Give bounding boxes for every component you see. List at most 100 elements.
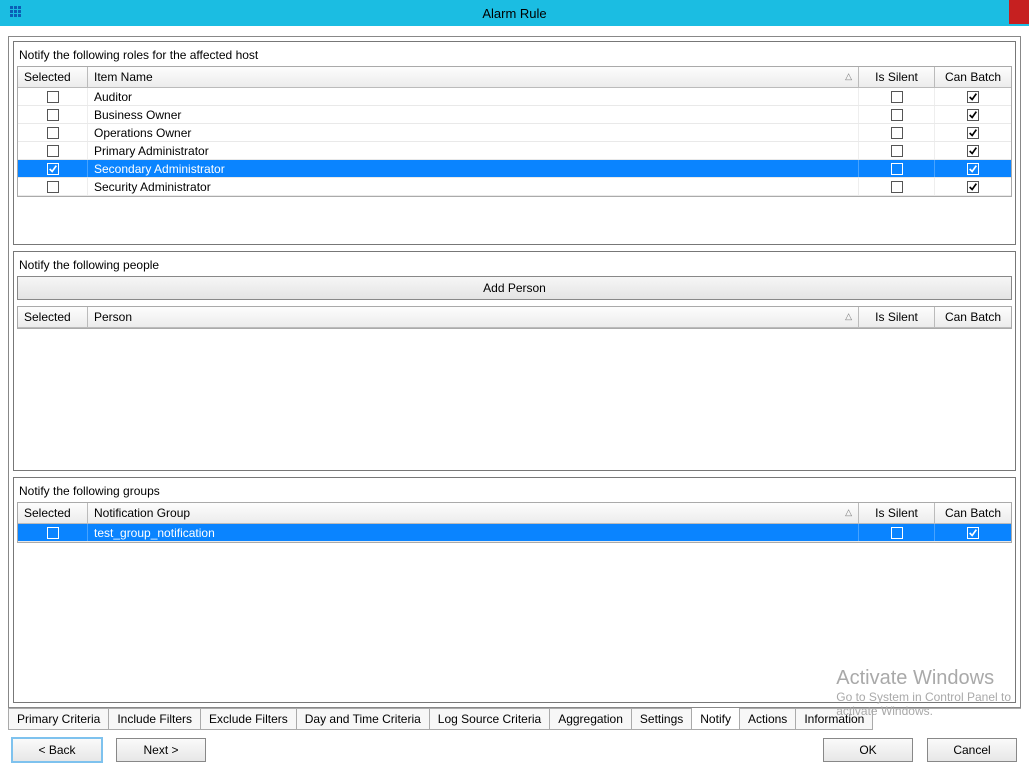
people-header-batch[interactable]: Can Batch xyxy=(935,307,1011,327)
people-header-row: Selected Person△ Is Silent Can Batch xyxy=(18,307,1011,328)
cell-silent[interactable] xyxy=(859,124,935,141)
groups-header-batch[interactable]: Can Batch xyxy=(935,503,1011,523)
cell-selected[interactable] xyxy=(18,124,88,141)
checkbox[interactable] xyxy=(891,527,903,539)
cell-batch[interactable] xyxy=(935,124,1011,141)
people-label: Notify the following people xyxy=(19,258,1012,272)
cell-silent[interactable] xyxy=(859,524,935,541)
cell-selected[interactable] xyxy=(18,88,88,105)
table-row[interactable]: test_group_notification xyxy=(18,524,1011,542)
tab-settings[interactable]: Settings xyxy=(631,709,692,730)
cancel-button[interactable]: Cancel xyxy=(927,738,1017,762)
groups-header-selected[interactable]: Selected xyxy=(18,503,88,523)
checkbox[interactable] xyxy=(47,91,59,103)
tab-log-source-criteria[interactable]: Log Source Criteria xyxy=(429,709,550,730)
cell-silent[interactable] xyxy=(859,160,935,177)
tab-exclude-filters[interactable]: Exclude Filters xyxy=(200,709,297,730)
footer: < Back Next > OK Cancel xyxy=(8,730,1021,762)
table-row[interactable]: Auditor xyxy=(18,88,1011,106)
cell-name: Operations Owner xyxy=(88,124,859,141)
groups-label: Notify the following groups xyxy=(19,484,1012,498)
cell-silent[interactable] xyxy=(859,88,935,105)
checkbox[interactable] xyxy=(967,181,979,193)
checkbox[interactable] xyxy=(967,127,979,139)
groups-header-name[interactable]: Notification Group△ xyxy=(88,503,859,523)
roles-header-row: Selected Item Name△ Is Silent Can Batch xyxy=(18,67,1011,88)
checkbox[interactable] xyxy=(47,127,59,139)
checkbox[interactable] xyxy=(47,163,59,175)
roles-rows: AuditorBusiness OwnerOperations OwnerPri… xyxy=(18,88,1011,196)
groups-header-silent[interactable]: Is Silent xyxy=(859,503,935,523)
table-row[interactable]: Security Administrator xyxy=(18,178,1011,196)
cell-batch[interactable] xyxy=(935,88,1011,105)
tab-day-and-time-criteria[interactable]: Day and Time Criteria xyxy=(296,709,430,730)
table-row[interactable]: Business Owner xyxy=(18,106,1011,124)
checkbox[interactable] xyxy=(891,109,903,121)
tab-strip: Primary CriteriaInclude FiltersExclude F… xyxy=(8,708,1021,730)
close-button[interactable] xyxy=(1009,0,1029,24)
roles-header-name[interactable]: Item Name△ xyxy=(88,67,859,87)
cell-selected[interactable] xyxy=(18,524,88,541)
roles-grid: Selected Item Name△ Is Silent Can Batch … xyxy=(17,66,1012,197)
tab-notify[interactable]: Notify xyxy=(691,709,740,730)
checkbox[interactable] xyxy=(967,145,979,157)
cell-batch[interactable] xyxy=(935,142,1011,159)
groups-header-row: Selected Notification Group△ Is Silent C… xyxy=(18,503,1011,524)
table-row[interactable]: Operations Owner xyxy=(18,124,1011,142)
checkbox[interactable] xyxy=(967,527,979,539)
checkbox[interactable] xyxy=(47,145,59,157)
cell-silent[interactable] xyxy=(859,106,935,123)
cell-batch[interactable] xyxy=(935,106,1011,123)
checkbox[interactable] xyxy=(967,163,979,175)
people-header-name[interactable]: Person△ xyxy=(88,307,859,327)
cell-batch[interactable] xyxy=(935,524,1011,541)
roles-header-batch[interactable]: Can Batch xyxy=(935,67,1011,87)
cell-name: Business Owner xyxy=(88,106,859,123)
cell-name: Secondary Administrator xyxy=(88,160,859,177)
checkbox[interactable] xyxy=(967,109,979,121)
people-panel: Notify the following people Add Person S… xyxy=(13,251,1016,471)
checkbox[interactable] xyxy=(891,91,903,103)
cell-silent[interactable] xyxy=(859,178,935,195)
checkbox[interactable] xyxy=(891,163,903,175)
add-person-button[interactable]: Add Person xyxy=(17,276,1012,300)
sort-caret-icon: △ xyxy=(845,71,852,82)
cell-silent[interactable] xyxy=(859,142,935,159)
back-button[interactable]: < Back xyxy=(12,738,102,762)
tab-actions[interactable]: Actions xyxy=(739,709,796,730)
people-header-silent[interactable]: Is Silent xyxy=(859,307,935,327)
cell-batch[interactable] xyxy=(935,178,1011,195)
cell-selected[interactable] xyxy=(18,106,88,123)
checkbox[interactable] xyxy=(47,109,59,121)
tab-primary-criteria[interactable]: Primary Criteria xyxy=(8,709,109,730)
cell-selected[interactable] xyxy=(18,142,88,159)
cell-name: Primary Administrator xyxy=(88,142,859,159)
checkbox[interactable] xyxy=(891,181,903,193)
cell-selected[interactable] xyxy=(18,178,88,195)
tab-aggregation[interactable]: Aggregation xyxy=(549,709,632,730)
roles-header-silent[interactable]: Is Silent xyxy=(859,67,935,87)
cell-selected[interactable] xyxy=(18,160,88,177)
next-button[interactable]: Next > xyxy=(116,738,206,762)
roles-panel: Notify the following roles for the affec… xyxy=(13,41,1016,245)
tab-information[interactable]: Information xyxy=(795,709,873,730)
client-area: Notify the following roles for the affec… xyxy=(0,26,1029,770)
cell-batch[interactable] xyxy=(935,160,1011,177)
people-grid: Selected Person△ Is Silent Can Batch xyxy=(17,306,1012,329)
checkbox[interactable] xyxy=(891,145,903,157)
table-row[interactable]: Primary Administrator xyxy=(18,142,1011,160)
sort-caret-icon: △ xyxy=(845,507,852,518)
tab-include-filters[interactable]: Include Filters xyxy=(108,709,201,730)
checkbox[interactable] xyxy=(967,91,979,103)
ok-button[interactable]: OK xyxy=(823,738,913,762)
cell-name: Auditor xyxy=(88,88,859,105)
table-row[interactable]: Secondary Administrator xyxy=(18,160,1011,178)
checkbox[interactable] xyxy=(47,181,59,193)
checkbox[interactable] xyxy=(891,127,903,139)
roles-header-selected[interactable]: Selected xyxy=(18,67,88,87)
people-header-selected[interactable]: Selected xyxy=(18,307,88,327)
notify-panel-stack: Notify the following roles for the affec… xyxy=(8,36,1021,708)
sort-caret-icon: △ xyxy=(845,311,852,322)
checkbox[interactable] xyxy=(47,527,59,539)
alarm-rule-window: Alarm Rule Notify the following roles fo… xyxy=(0,0,1029,770)
